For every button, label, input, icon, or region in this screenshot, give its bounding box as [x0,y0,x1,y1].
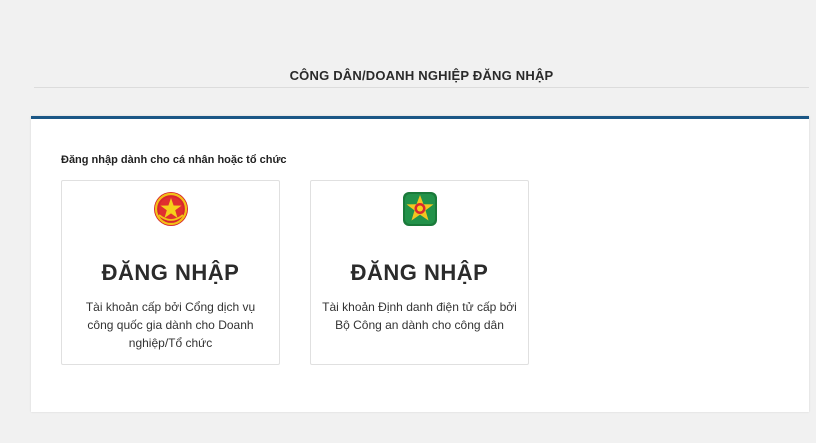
title-divider [34,87,809,88]
national-emblem-icon [153,192,188,226]
login-subtitle: Đăng nhập dành cho cá nhân hoặc tổ chức [61,154,287,166]
page: CÔNG DÂN/DOANH NGHIỆP ĐĂNG NHẬP Đăng nhậ… [0,0,816,443]
login-option-description: Tài khoản cấp bởi Cổng dịch vụ công quốc… [85,300,256,350]
login-option-business[interactable]: ĐĂNG NHẬP Tài khoản cấp bởi Cổng dịch vụ… [61,180,280,365]
login-option-heading: ĐĂNG NHẬP [350,260,489,285]
police-emblem-icon [402,192,437,226]
login-option-citizen[interactable]: ĐĂNG NHẬP Tài khoản Định danh điện tử cấ… [310,180,529,365]
page-title: CÔNG DÂN/DOANH NGHIỆP ĐĂNG NHẬP [289,68,554,83]
header-panel: CÔNG DÂN/DOANH NGHIỆP ĐĂNG NHẬP [34,14,809,118]
login-option-description: Tài khoản Định danh điện tử cấp bởi Bộ C… [322,300,517,332]
login-card: Đăng nhập dành cho cá nhân hoặc tổ chức … [31,116,809,412]
login-option-heading: ĐĂNG NHẬP [101,260,240,285]
